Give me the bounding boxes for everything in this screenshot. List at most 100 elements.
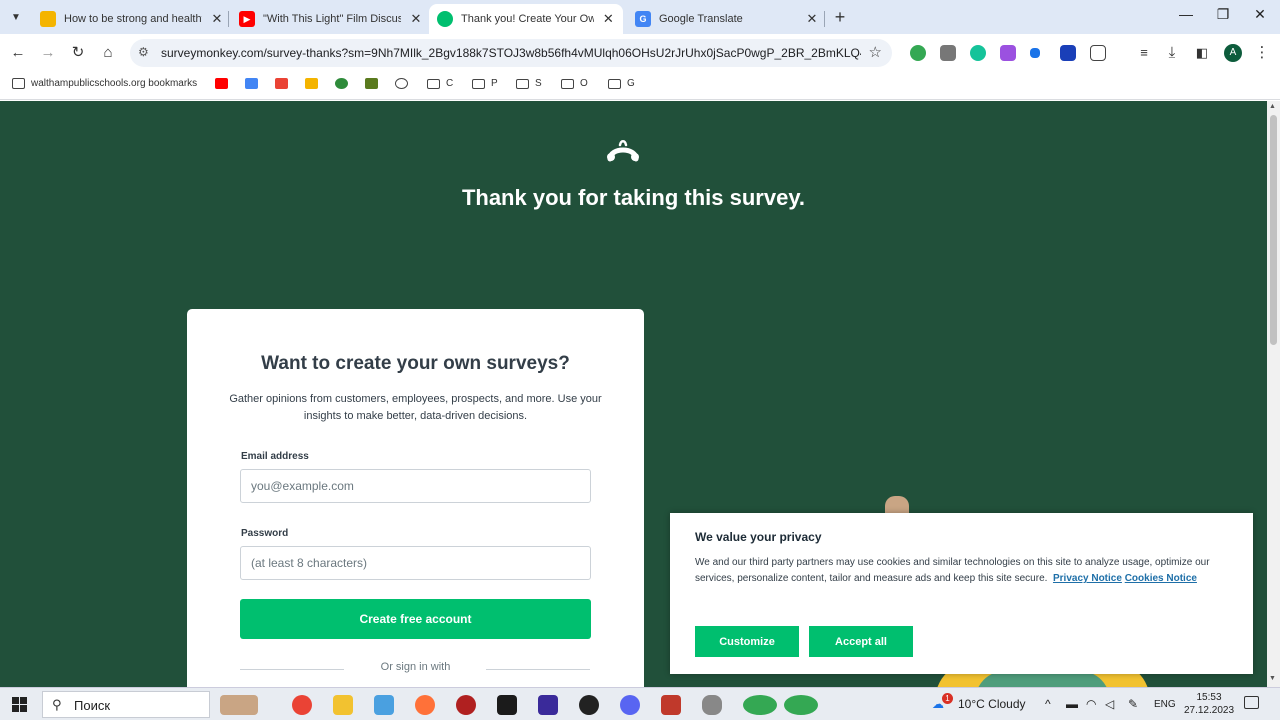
search-label: Поиск	[74, 698, 111, 713]
folder-icon	[516, 78, 529, 89]
extension-icon[interactable]	[1060, 45, 1076, 61]
privacy-notice-link[interactable]: Privacy Notice	[1053, 573, 1122, 584]
chrome-window-icon[interactable]	[784, 695, 818, 715]
bookmark-label: S	[535, 78, 542, 89]
tab-separator	[824, 11, 825, 27]
bookmark-gmail[interactable]	[275, 78, 294, 89]
side-panel-icon[interactable]: ◧	[1192, 43, 1212, 63]
window-close-icon[interactable]: ✕	[1250, 6, 1270, 23]
download-icon[interactable]: ⤓	[1162, 43, 1182, 63]
email-label: Email address	[241, 451, 309, 462]
extension-icon[interactable]	[1030, 48, 1040, 58]
home-icon[interactable]: ⌂	[98, 43, 118, 63]
bookmark-folder-g[interactable]: G	[608, 78, 635, 89]
language-indicator[interactable]: ENG	[1154, 699, 1176, 710]
customize-button[interactable]: Customize	[695, 626, 799, 657]
pycharm-icon[interactable]	[497, 695, 517, 715]
surveymonkey-logo-icon	[607, 140, 639, 162]
bookmarks-bar: walthampublicschools.org bookmarks C P S…	[0, 72, 1280, 100]
address-bar[interactable]: ⚙ surveymonkey.com/survey-thanks?sm=9Nh7…	[130, 39, 892, 67]
chevron-up-icon[interactable]: ^	[1045, 697, 1051, 711]
bookmark-leaf[interactable]	[335, 78, 354, 89]
folder-icon	[561, 78, 574, 89]
site-settings-icon[interactable]: ⚙	[138, 45, 149, 59]
scroll-down-icon[interactable]: ▼	[1269, 675, 1276, 682]
bookmark-folder-o[interactable]: O	[561, 78, 588, 89]
app-icon[interactable]	[579, 695, 599, 715]
tab-strong-healthy[interactable]: How to be strong and healthy - ✕	[32, 4, 232, 34]
close-icon[interactable]: ✕	[805, 11, 819, 27]
minimize-icon[interactable]: —	[1176, 6, 1196, 22]
app-icon[interactable]	[661, 695, 681, 715]
signup-card: Want to create your own surveys? Gather …	[187, 309, 644, 687]
extensions-puzzle-icon[interactable]	[1090, 45, 1106, 61]
youtube-icon	[215, 78, 228, 89]
folder-icon	[608, 78, 621, 89]
windows-start-icon[interactable]	[12, 697, 27, 712]
bookmark-clock[interactable]	[395, 78, 414, 89]
bookmark-folder-p[interactable]: P	[472, 78, 498, 89]
tab-google-translate[interactable]: G Google Translate ✕	[627, 4, 827, 34]
chrome-window-icon[interactable]	[743, 695, 777, 715]
scroll-up-icon[interactable]: ▲	[1269, 103, 1276, 110]
tab-film-discussion[interactable]: ▶ "With This Light" Film Discussio ✕	[231, 4, 431, 34]
app-icon[interactable]	[538, 695, 558, 715]
tab-title: Thank you! Create Your Own On	[461, 13, 594, 25]
wifi-icon[interactable]: ◠	[1086, 697, 1096, 711]
profile-avatar[interactable]: A	[1224, 44, 1242, 62]
bookmark-classroom[interactable]	[305, 78, 324, 89]
bookmark-translate[interactable]	[245, 78, 264, 89]
back-icon[interactable]: ←	[8, 43, 28, 63]
surveymonkey-icon	[437, 11, 453, 27]
page-scrollbar[interactable]: ▲ ▼	[1267, 101, 1280, 687]
tab-title: How to be strong and healthy -	[64, 13, 202, 25]
extension-icon[interactable]	[940, 45, 956, 61]
app-icon[interactable]	[374, 695, 394, 715]
reload-icon[interactable]: ↻	[68, 43, 88, 63]
battery-icon[interactable]: ▬	[1066, 697, 1078, 711]
search-highlight-icon[interactable]	[220, 695, 258, 715]
restore-icon[interactable]: ❐	[1213, 6, 1233, 23]
bookmark-folder-s[interactable]: S	[516, 78, 542, 89]
pen-icon[interactable]: ✎	[1128, 697, 1138, 711]
url-text[interactable]: surveymonkey.com/survey-thanks?sm=9Nh7MI…	[161, 46, 861, 60]
system-clock[interactable]: 15:53 27.12.2023	[1183, 691, 1235, 717]
new-tab-button[interactable]: +	[830, 8, 850, 26]
accept-all-button[interactable]: Accept all	[809, 626, 913, 657]
bookmark-label: O	[580, 78, 588, 89]
mouse-icon[interactable]	[702, 695, 722, 715]
create-account-button[interactable]: Create free account	[240, 599, 591, 639]
bookmark-folder-c[interactable]: C	[427, 78, 453, 89]
email-field[interactable]	[240, 469, 591, 503]
scrollbar-thumb[interactable]	[1270, 115, 1277, 345]
card-title: Want to create your own surveys?	[261, 353, 570, 374]
bookmark-youtube[interactable]	[215, 78, 234, 89]
forward-icon[interactable]: →	[38, 43, 58, 63]
volume-icon[interactable]: ◁	[1105, 697, 1114, 711]
bookmark-star-icon[interactable]: ☆	[869, 43, 882, 61]
discord-icon[interactable]	[620, 695, 640, 715]
extension-icon[interactable]	[910, 45, 926, 61]
bookmark-managed[interactable]: walthampublicschools.org bookmarks	[12, 78, 197, 89]
close-icon[interactable]: ✕	[210, 11, 224, 27]
or-sign-in-text: Or sign in with	[380, 661, 451, 673]
file-explorer-icon[interactable]	[333, 695, 353, 715]
bookmark-chess[interactable]	[365, 78, 384, 89]
firefox-icon[interactable]	[415, 695, 435, 715]
grammarly-icon[interactable]	[970, 45, 986, 61]
cookies-notice-link[interactable]: Cookies Notice	[1125, 573, 1197, 584]
tab-surveymonkey[interactable]: Thank you! Create Your Own On ✕	[429, 4, 623, 34]
taskbar-search[interactable]: ⚲ Поиск	[42, 691, 210, 718]
notification-icon[interactable]	[1244, 696, 1259, 709]
chrome-icon[interactable]	[292, 695, 312, 715]
app-icon[interactable]	[456, 695, 476, 715]
extension-icon[interactable]	[1000, 45, 1016, 61]
close-icon[interactable]: ✕	[602, 11, 615, 27]
menu-kebab-icon[interactable]: ⋮	[1252, 43, 1272, 63]
tab-search-chevron-icon[interactable]: ▼	[6, 7, 26, 27]
weather-text[interactable]: 10°C Cloudy	[958, 697, 1026, 711]
folder-icon	[472, 78, 485, 89]
close-icon[interactable]: ✕	[409, 11, 423, 27]
reading-list-icon[interactable]: ≡	[1134, 43, 1154, 63]
password-field[interactable]	[240, 546, 591, 580]
